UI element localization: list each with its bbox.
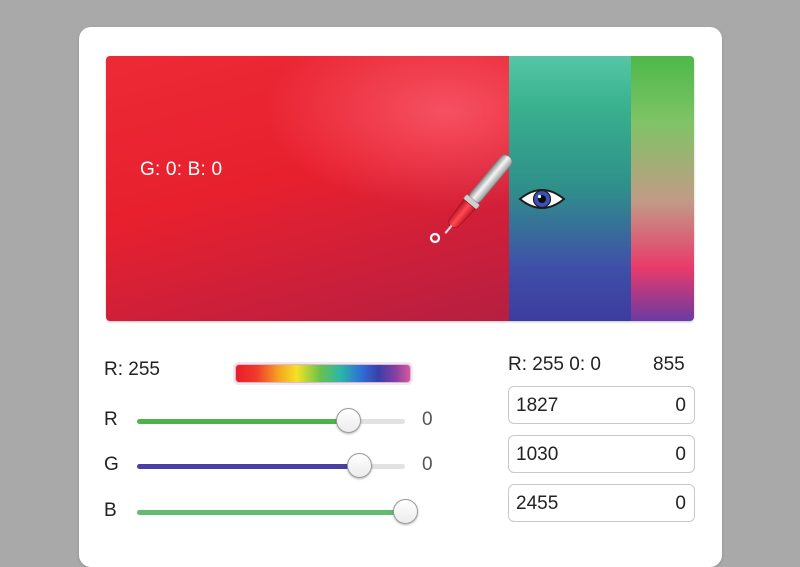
slider-fill-r (137, 419, 349, 424)
value-field-3-suffix: 0 (675, 493, 686, 514)
hue-spectrum-bar[interactable] (235, 364, 411, 383)
slider-row-g: G 0 (100, 451, 445, 481)
slider-value-r: 0 (422, 409, 433, 430)
slider-track-r[interactable] (137, 419, 405, 424)
slider-label-r: R (104, 409, 118, 430)
canvas-region-green-pink[interactable] (631, 56, 694, 321)
eye-icon (518, 189, 566, 209)
slider-value-g: 0 (422, 454, 433, 475)
value-field-1[interactable]: 1827 0 (508, 386, 695, 424)
value-field-2-suffix: 0 (675, 444, 686, 465)
red-value-label: R: 255 (104, 359, 160, 380)
value-field-3-text: 2455 (516, 493, 559, 514)
slider-row-r: R 0 (100, 406, 445, 436)
value-field-3[interactable]: 2455 0 (508, 484, 695, 522)
slider-track-b[interactable] (137, 510, 405, 515)
slider-fill-b (137, 510, 405, 515)
color-canvas[interactable] (106, 56, 694, 321)
slider-thumb-g[interactable] (346, 453, 372, 478)
slider-label-g: G (104, 454, 119, 475)
canvas-overlay-label: G: 0: B: 0 (140, 159, 223, 180)
value-field-1-text: 1827 (516, 395, 559, 416)
eyedropper-icon[interactable] (425, 142, 525, 252)
value-field-2[interactable]: 1030 0 (508, 435, 695, 473)
value-field-1-suffix: 0 (675, 395, 686, 416)
value-field-2-text: 1030 (516, 444, 559, 465)
slider-thumb-b[interactable] (392, 499, 418, 524)
slider-label-b: B (104, 500, 117, 521)
slider-row-b: B (100, 497, 445, 527)
slider-thumb-r[interactable] (336, 408, 362, 433)
slider-fill-g (137, 464, 360, 469)
readout-number: 855 (653, 354, 685, 375)
rgb-readout-label: R: 255 0: 0 (508, 354, 601, 375)
